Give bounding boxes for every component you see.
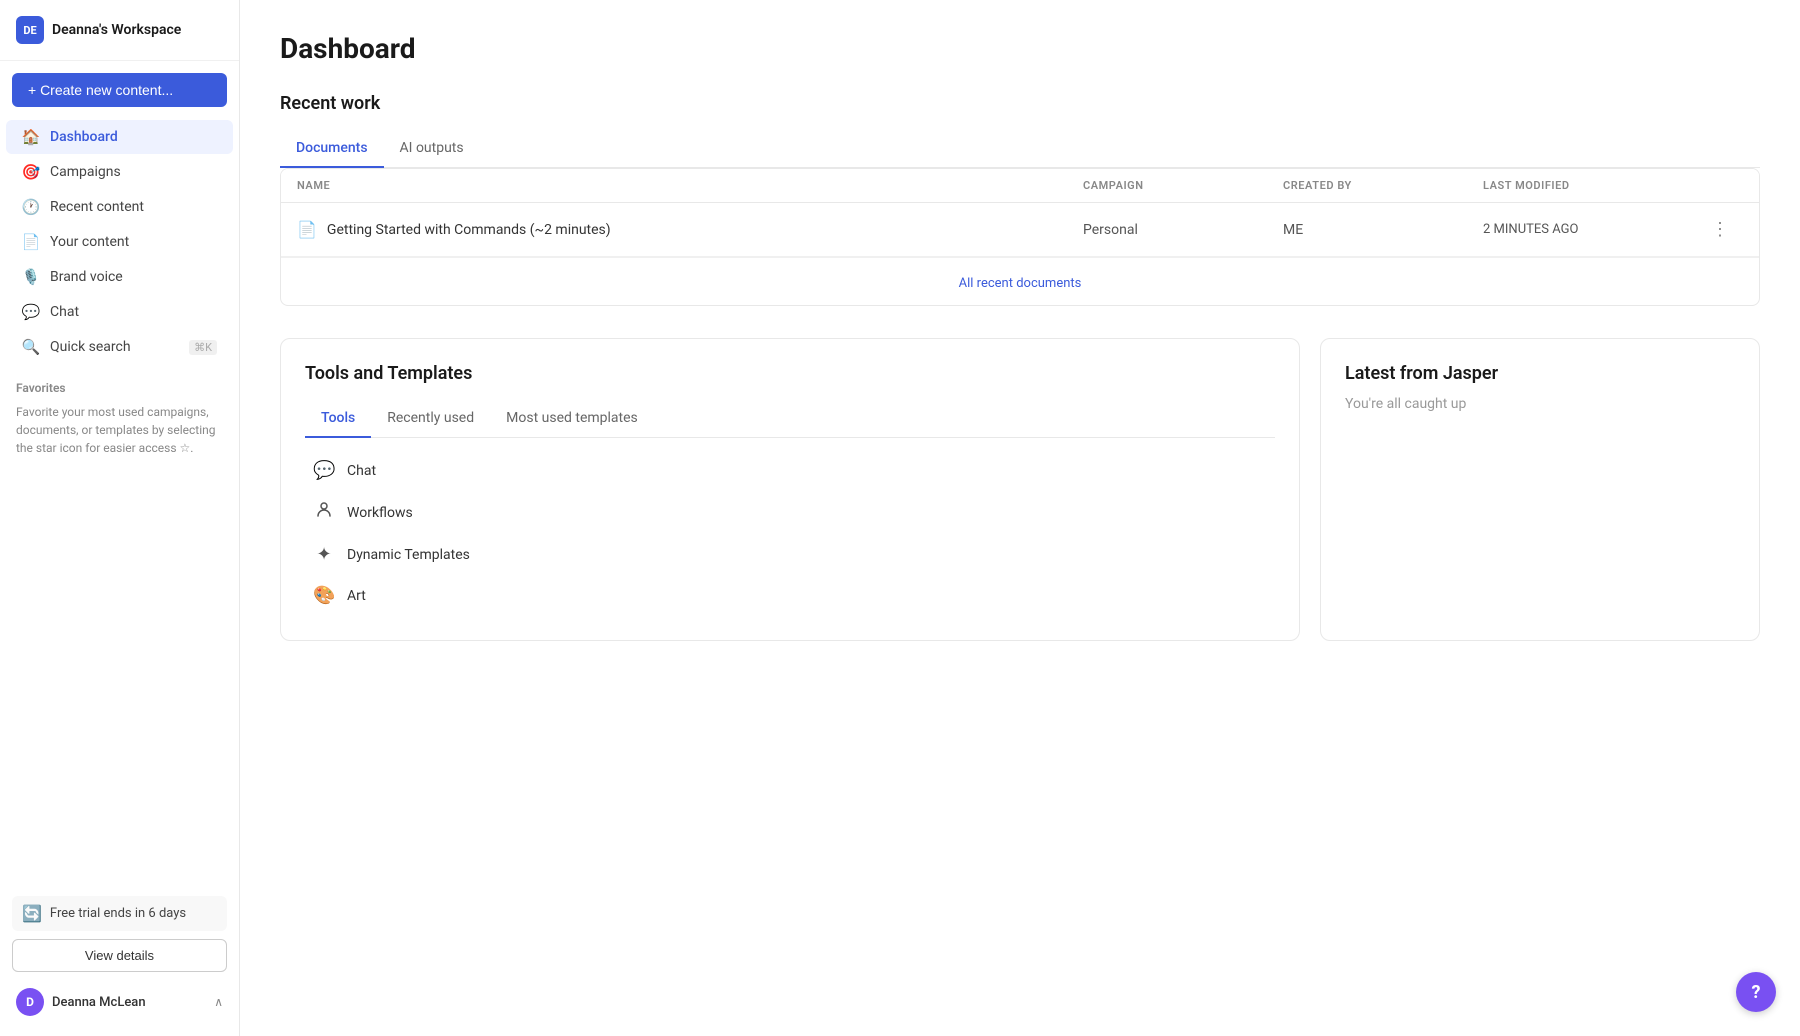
campaigns-icon: 🎯 (22, 163, 40, 181)
chevron-up-icon: ∧ (214, 995, 223, 1009)
more-options-button[interactable]: ⋮ (1703, 215, 1737, 244)
your-content-icon: 📄 (22, 233, 40, 251)
doc-name-cell: 📄 Getting Started with Commands (~2 minu… (297, 220, 1083, 239)
sidebar-item-label: Dashboard (50, 129, 118, 145)
sidebar-item-label: Chat (50, 304, 79, 320)
doc-name: Getting Started with Commands (~2 minute… (327, 222, 611, 238)
tab-recently-used[interactable]: Recently used (371, 400, 490, 438)
recent-work-tabs: Documents AI outputs (280, 130, 1760, 168)
trial-banner: 🔄 Free trial ends in 6 days (12, 896, 227, 931)
user-name: Deanna McLean (52, 995, 146, 1010)
doc-campaign: Personal (1083, 222, 1283, 238)
tab-tools[interactable]: Tools (305, 400, 371, 438)
create-new-content-button[interactable]: + Create new content... (12, 73, 227, 107)
sidebar-item-dashboard[interactable]: 🏠 Dashboard (6, 120, 233, 154)
view-details-button[interactable]: View details (12, 939, 227, 972)
tool-item-chat[interactable]: 💬 Chat (305, 450, 1275, 491)
all-recent-documents-link[interactable]: All recent documents (959, 276, 1082, 291)
doc-created-by: ME (1283, 222, 1483, 238)
tools-tabs: Tools Recently used Most used templates (305, 400, 1275, 438)
workflows-tool-icon (313, 501, 335, 524)
col-header-name: NAME (297, 179, 1083, 192)
tools-list: 💬 Chat Workflows ✦ Dynamic Templates (305, 450, 1275, 616)
help-button[interactable]: ? (1736, 972, 1776, 1012)
recent-work-section: Recent work Documents AI outputs NAME CA… (280, 93, 1760, 306)
tool-item-label: Chat (347, 463, 376, 479)
doc-actions-cell: ⋮ (1703, 215, 1743, 244)
user-avatar: D (16, 988, 44, 1016)
tool-item-dynamic-templates[interactable]: ✦ Dynamic Templates (305, 534, 1275, 575)
jasper-title: Latest from Jasper (1345, 363, 1735, 384)
trial-icon: 🔄 (22, 904, 42, 923)
sidebar-item-quick-search[interactable]: 🔍 Quick search ⌘K (6, 330, 233, 364)
recent-work-table: NAME CAMPAIGN CREATED BY LAST MODIFIED 📄… (280, 168, 1760, 306)
sidebar-item-your-content[interactable]: 📄 Your content (6, 225, 233, 259)
tab-documents[interactable]: Documents (280, 130, 384, 168)
jasper-card: Latest from Jasper You're all caught up (1320, 338, 1760, 641)
sidebar-header: DE Deanna's Workspace (0, 0, 239, 61)
tab-ai-outputs[interactable]: AI outputs (384, 130, 480, 168)
nav-section: 🏠 Dashboard 🎯 Campaigns 🕐 Recent content… (0, 119, 239, 365)
search-icon: 🔍 (22, 338, 40, 356)
all-docs-link-container: All recent documents (281, 257, 1759, 305)
document-icon: 📄 (297, 220, 317, 239)
tools-title: Tools and Templates (305, 363, 1275, 384)
tool-item-label: Art (347, 588, 366, 604)
brand-voice-icon: 🎙️ (22, 268, 40, 286)
quick-search-shortcut: ⌘K (189, 340, 217, 355)
sidebar-item-brand-voice[interactable]: 🎙️ Brand voice (6, 260, 233, 294)
tool-item-workflows[interactable]: Workflows (305, 491, 1275, 534)
chat-tool-icon: 💬 (313, 460, 335, 481)
recent-content-icon: 🕐 (22, 198, 40, 216)
sidebar-item-campaigns[interactable]: 🎯 Campaigns (6, 155, 233, 189)
user-info: D Deanna McLean (16, 988, 146, 1016)
col-header-created-by: CREATED BY (1283, 179, 1483, 192)
tools-card: Tools and Templates Tools Recently used … (280, 338, 1300, 641)
sidebar-item-label: Quick search (50, 339, 131, 355)
workspace-avatar: DE (16, 16, 44, 44)
favorites-hint: Favorite your most used campaigns, docum… (16, 403, 223, 457)
sidebar-item-chat[interactable]: 💬 Chat (6, 295, 233, 329)
caught-up-text: You're all caught up (1345, 396, 1735, 412)
recent-work-title: Recent work (280, 93, 1760, 114)
art-tool-icon: 🎨 (313, 585, 335, 606)
main-content: Dashboard Recent work Documents AI outpu… (240, 0, 1800, 1036)
table-header: NAME CAMPAIGN CREATED BY LAST MODIFIED (281, 169, 1759, 203)
chat-icon: 💬 (22, 303, 40, 321)
workspace-name: Deanna's Workspace (52, 22, 181, 38)
page-title: Dashboard (280, 32, 1760, 65)
tool-item-label: Workflows (347, 505, 413, 521)
sidebar-item-label: Brand voice (50, 269, 123, 285)
tool-item-label: Dynamic Templates (347, 547, 470, 563)
sidebar-bottom: 🔄 Free trial ends in 6 days View details… (0, 884, 239, 1036)
sidebar-item-recent-content[interactable]: 🕐 Recent content (6, 190, 233, 224)
favorites-section: Favorites Favorite your most used campai… (0, 369, 239, 469)
sidebar: DE Deanna's Workspace + Create new conte… (0, 0, 240, 1036)
col-header-last-modified: LAST MODIFIED (1483, 179, 1703, 192)
user-row: D Deanna McLean ∧ (12, 980, 227, 1024)
col-header-campaign: CAMPAIGN (1083, 179, 1283, 192)
sidebar-item-label: Your content (50, 234, 129, 250)
tab-most-used-templates[interactable]: Most used templates (490, 400, 654, 438)
tool-item-art[interactable]: 🎨 Art (305, 575, 1275, 616)
table-row[interactable]: 📄 Getting Started with Commands (~2 minu… (281, 203, 1759, 257)
sidebar-item-label: Campaigns (50, 164, 121, 180)
trial-text: Free trial ends in 6 days (50, 906, 186, 921)
dynamic-templates-icon: ✦ (313, 544, 335, 565)
sidebar-item-label: Recent content (50, 199, 144, 215)
doc-last-modified: 2 MINUTES AGO (1483, 222, 1703, 237)
bottom-row: Tools and Templates Tools Recently used … (280, 338, 1760, 641)
dashboard-icon: 🏠 (22, 128, 40, 146)
col-header-actions (1703, 179, 1743, 192)
favorites-title: Favorites (16, 381, 223, 395)
